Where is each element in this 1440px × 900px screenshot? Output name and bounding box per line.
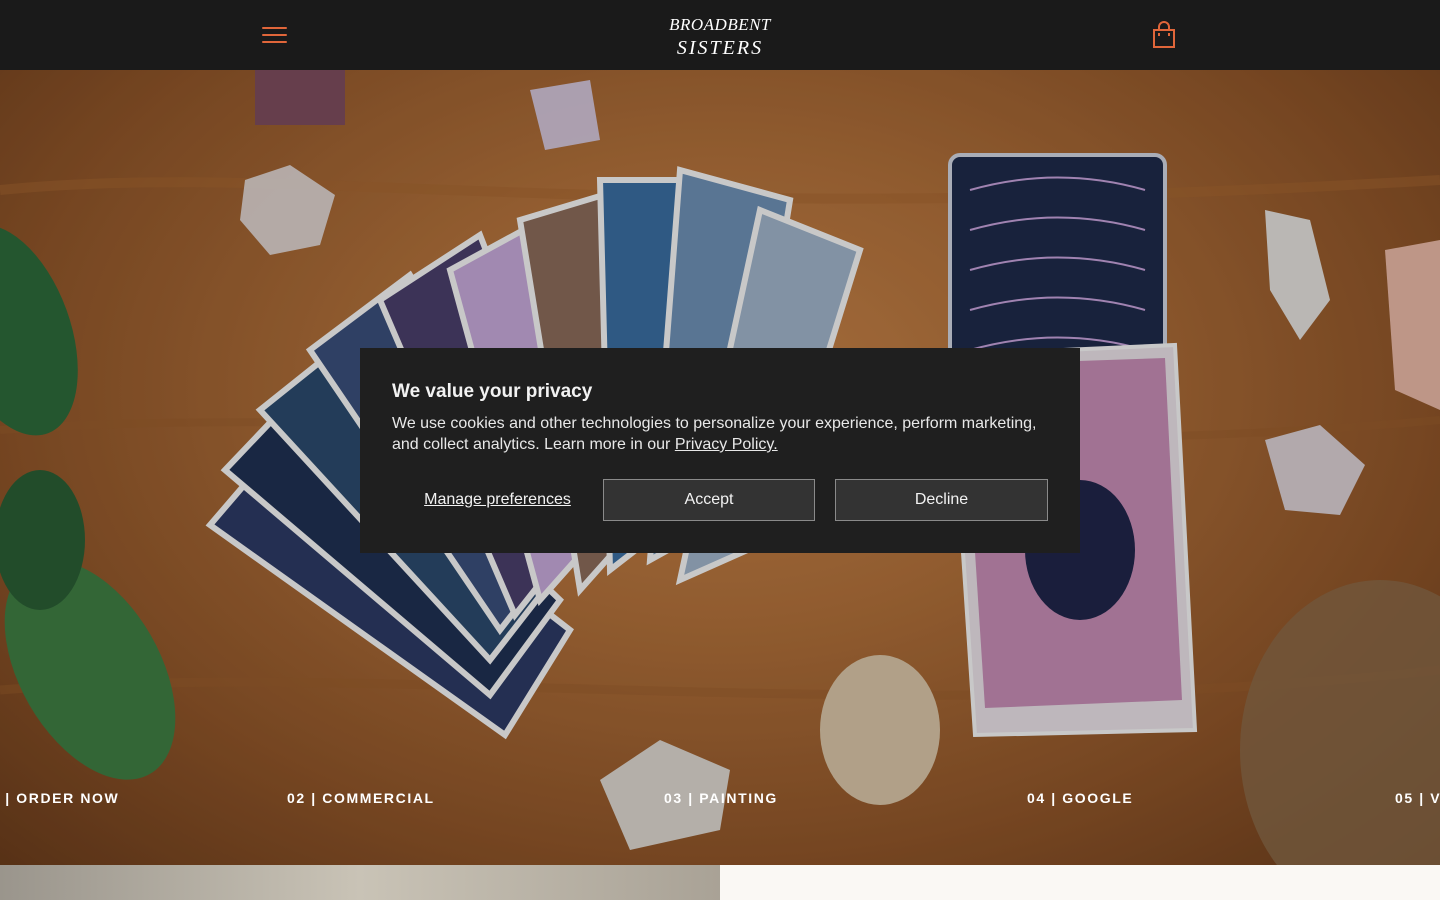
cookie-title: We value your privacy	[392, 381, 593, 402]
manage-preferences-button[interactable]: Manage preferences	[392, 479, 603, 521]
brand-logo[interactable]: BROADBENT SISTERS	[660, 10, 780, 60]
slide-label-painting[interactable]: 03 | PAINTING	[664, 790, 778, 806]
logo-line1: BROADBENT	[669, 15, 772, 34]
privacy-policy-link[interactable]: Privacy Policy.	[675, 436, 778, 453]
section-panel-right	[720, 865, 1440, 900]
menu-bar	[262, 41, 287, 43]
slide-label-v[interactable]: 05 | V	[1395, 790, 1440, 806]
accept-button[interactable]: Accept	[603, 479, 815, 521]
site-header: BROADBENT SISTERS	[0, 0, 1440, 70]
logo-line2: SISTERS	[677, 37, 763, 59]
slide-label-google[interactable]: 04 | GOOGLE	[1027, 790, 1133, 806]
menu-bar	[262, 27, 287, 29]
shopping-bag-icon[interactable]	[1150, 20, 1178, 50]
hamburger-menu-icon[interactable]	[262, 24, 288, 46]
cookie-consent-banner: We value your privacy We use cookies and…	[360, 348, 1080, 553]
cookie-description: We use cookies and other technologies to…	[392, 413, 1052, 455]
decline-button[interactable]: Decline	[835, 479, 1048, 521]
brand-logo-graphic: BROADBENT SISTERS	[669, 15, 772, 59]
slide-label-commercial[interactable]: 02 | COMMERCIAL	[287, 790, 435, 806]
section-image-left	[0, 865, 720, 900]
slide-label-order-now[interactable]: 01 | ORDER NOW	[0, 790, 119, 806]
menu-bar	[262, 34, 287, 36]
cookie-actions: Manage preferences Accept Decline	[392, 479, 1048, 521]
